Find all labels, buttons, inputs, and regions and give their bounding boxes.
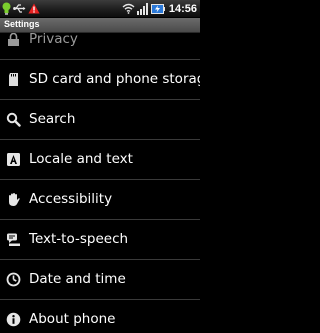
list-item-label: Date and time [29, 271, 126, 287]
locale-icon [7, 153, 20, 166]
list-item-label: Accessibility [29, 191, 113, 207]
settings-screen: 14:56 Settings Privacy SD card and phone… [0, 0, 200, 333]
wifi-icon [122, 3, 135, 14]
list-item-label: Search [29, 111, 76, 127]
usb-icon [13, 4, 26, 13]
list-item-search[interactable]: Search [0, 100, 200, 140]
list-item-text-to-speech[interactable]: Text-to-speech [0, 220, 200, 260]
privacy-icon [8, 33, 19, 46]
search-icon [6, 112, 21, 127]
list-item-privacy[interactable]: Privacy [0, 33, 200, 60]
list-item-label: About phone [29, 311, 116, 327]
clock-time: 14:56 [168, 2, 197, 15]
signal-icon [136, 2, 148, 15]
settings-list[interactable]: Privacy SD card and phone storage Search [0, 33, 200, 333]
list-item-sd-card[interactable]: SD card and phone storage [0, 60, 200, 100]
settings-list-content: Privacy SD card and phone storage Search [0, 33, 200, 333]
status-bar: 14:56 [0, 0, 200, 18]
list-item-label: Locale and text [29, 151, 133, 167]
clock-icon [6, 272, 21, 287]
list-item-label: SD card and phone storage [29, 71, 200, 87]
list-item-accessibility[interactable]: Accessibility [0, 180, 200, 220]
speech-icon [7, 233, 20, 246]
notification-icons [2, 1, 40, 16]
list-item-date-time[interactable]: Date and time [0, 260, 200, 300]
battery-icon [150, 3, 165, 14]
title-bar: Settings [0, 18, 200, 33]
page-title: Settings [4, 19, 40, 29]
list-item-label: Privacy [29, 33, 78, 47]
list-item-label: Text-to-speech [29, 231, 129, 247]
warning-icon [28, 3, 40, 14]
list-item-locale[interactable]: Locale and text [0, 140, 200, 180]
sd-card-icon [9, 73, 18, 86]
list-item-about-phone[interactable]: About phone [0, 300, 200, 333]
info-icon [6, 312, 21, 327]
bulb-icon [2, 2, 11, 15]
system-icons: 14:56 [122, 0, 197, 17]
hand-icon [9, 193, 20, 206]
